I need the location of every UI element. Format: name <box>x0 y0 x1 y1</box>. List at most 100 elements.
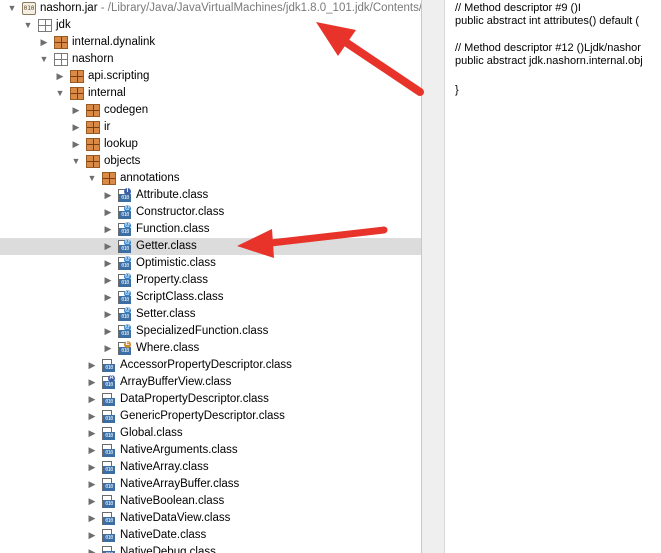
chevron-right-icon[interactable]: ▶ <box>102 306 114 323</box>
class-file-icon: 010 <box>102 512 117 526</box>
tree-item-label: internal <box>88 87 126 99</box>
chevron-right-icon[interactable]: ▶ <box>86 374 98 391</box>
class-file-editor[interactable]: // Method descriptor #9 ()I public abstr… <box>445 0 661 553</box>
code-line: // Method descriptor #12 ()Ljdk/nashor <box>455 42 641 54</box>
tree-row-lookup[interactable]: ▶ lookup <box>0 136 421 153</box>
tree-row-getter-class[interactable]: ▶ 010 @ Getter.class <box>0 238 421 255</box>
tree-row-nativearraybuffer-class[interactable]: ▶ 010 NativeArrayBuffer.class <box>0 476 421 493</box>
code-line: } <box>455 84 459 96</box>
tree-row-genericpropertydescriptor-class[interactable]: ▶ 010 GenericPropertyDescriptor.class <box>0 408 421 425</box>
tree-row-arraybufferview-class[interactable]: ▶ 010 A ArrayBufferView.class <box>0 374 421 391</box>
chevron-right-icon[interactable]: ▶ <box>86 527 98 544</box>
chevron-right-icon[interactable]: ▶ <box>86 408 98 425</box>
annotation-class-icon: 010 @ <box>118 290 133 305</box>
tree-row-nashorn-jar[interactable]: ▼ 010 nashorn.jar - /Library/Java/JavaVi… <box>0 0 421 17</box>
chevron-right-icon[interactable]: ▶ <box>102 187 114 204</box>
tree-row-scriptclass-class[interactable]: ▶ 010 @ ScriptClass.class <box>0 289 421 306</box>
tree-item-label: api.scripting <box>88 70 150 82</box>
chevron-right-icon[interactable]: ▶ <box>86 442 98 459</box>
chevron-down-icon[interactable]: ▼ <box>6 0 18 17</box>
chevron-down-icon[interactable]: ▼ <box>54 85 66 102</box>
tree-row-internal-dynalink[interactable]: ▶ internal.dynalink <box>0 34 421 51</box>
class-file-icon: 010 I <box>118 188 133 203</box>
package-icon <box>54 36 68 49</box>
chevron-right-icon[interactable]: ▶ <box>54 68 66 85</box>
tree-row-jdk[interactable]: ▼ jdk <box>0 17 421 34</box>
class-file-icon: 010 <box>102 444 117 458</box>
editor-gutter <box>422 0 444 553</box>
tree-row-datapropertydescriptor-class[interactable]: ▶ 010 DataPropertyDescriptor.class <box>0 391 421 408</box>
tree-row-api-scripting[interactable]: ▶ api.scripting <box>0 68 421 85</box>
tree-row-constructor-class[interactable]: ▶ 010 @ Constructor.class <box>0 204 421 221</box>
class-file-icon: 010 <box>102 546 117 553</box>
package-explorer-tree: ▼ 010 nashorn.jar - /Library/Java/JavaVi… <box>0 0 421 553</box>
tree-row-nashorn[interactable]: ▼ nashorn <box>0 51 421 68</box>
tree-row-nativearray-class[interactable]: ▶ 010 NativeArray.class <box>0 459 421 476</box>
tree-row-attribute-class[interactable]: ▶ 010 I Attribute.class <box>0 187 421 204</box>
chevron-right-icon[interactable]: ▶ <box>102 238 114 255</box>
chevron-down-icon[interactable]: ▼ <box>70 153 82 170</box>
tree-item-label: Getter.class <box>136 240 197 252</box>
tree-item-label: annotations <box>120 172 180 184</box>
chevron-down-icon[interactable]: ▼ <box>22 17 34 34</box>
code-line: public abstract jdk.nashorn.internal.obj <box>455 55 643 67</box>
tree-row-annotations[interactable]: ▼ annotations <box>0 170 421 187</box>
chevron-right-icon[interactable]: ▶ <box>102 221 114 238</box>
chevron-right-icon[interactable]: ▶ <box>38 34 50 51</box>
chevron-right-icon[interactable]: ▶ <box>86 476 98 493</box>
tree-row-global-class[interactable]: ▶ 010 Global.class <box>0 425 421 442</box>
tree-item-label: Where.class <box>136 342 200 354</box>
package-icon <box>86 104 100 117</box>
tree-item-label: ScriptClass.class <box>136 291 224 303</box>
chevron-right-icon[interactable]: ▶ <box>86 425 98 442</box>
tree-row-codegen[interactable]: ▶ codegen <box>0 102 421 119</box>
chevron-right-icon[interactable]: ▶ <box>70 136 82 153</box>
chevron-right-icon[interactable]: ▶ <box>102 323 114 340</box>
tree-item-label: codegen <box>104 104 149 116</box>
tree-item-label: jdk <box>56 19 71 31</box>
empty-package-icon <box>54 53 68 66</box>
tree-item-label: NativeArrayBuffer.class <box>120 478 240 490</box>
tree-row-nativeboolean-class[interactable]: ▶ 010 NativeBoolean.class <box>0 493 421 510</box>
chevron-right-icon[interactable]: ▶ <box>102 272 114 289</box>
tree-row-nativedate-class[interactable]: ▶ 010 NativeDate.class <box>0 527 421 544</box>
chevron-right-icon[interactable]: ▶ <box>86 493 98 510</box>
tree-row-setter-class[interactable]: ▶ 010 @ Setter.class <box>0 306 421 323</box>
class-file-icon: 010 <box>102 495 117 509</box>
chevron-down-icon[interactable]: ▼ <box>38 51 50 68</box>
tree-item-label: Property.class <box>136 274 209 286</box>
chevron-right-icon[interactable]: ▶ <box>86 544 98 553</box>
chevron-right-icon[interactable]: ▶ <box>102 289 114 306</box>
tree-item-label: NativeBoolean.class <box>120 495 225 507</box>
chevron-right-icon[interactable]: ▶ <box>102 340 114 357</box>
tree-row-internal[interactable]: ▼ internal <box>0 85 421 102</box>
tree-row-ir[interactable]: ▶ ir <box>0 119 421 136</box>
chevron-right-icon[interactable]: ▶ <box>86 357 98 374</box>
package-icon <box>86 155 100 168</box>
package-icon <box>86 121 100 134</box>
jar-icon: 010 <box>22 2 36 15</box>
tree-row-nativearguments-class[interactable]: ▶ 010 NativeArguments.class <box>0 442 421 459</box>
tree-row-specializedfunction-class[interactable]: ▶ 010 @ SpecializedFunction.class <box>0 323 421 340</box>
tree-row-accessorpropertydescriptor-class[interactable]: ▶ 010 AccessorPropertyDescriptor.class <box>0 357 421 374</box>
chevron-right-icon[interactable]: ▶ <box>86 391 98 408</box>
chevron-right-icon[interactable]: ▶ <box>86 459 98 476</box>
tree-item-label: Function.class <box>136 223 210 235</box>
tree-row-nativedebug-class[interactable]: ▶ 010 NativeDebug.class <box>0 544 421 553</box>
enum-class-icon: 010 E <box>118 341 133 356</box>
tree-row-optimistic-class[interactable]: ▶ 010 @ Optimistic.class <box>0 255 421 272</box>
tree-row-nativedataview-class[interactable]: ▶ 010 NativeDataView.class <box>0 510 421 527</box>
chevron-right-icon[interactable]: ▶ <box>70 119 82 136</box>
chevron-right-icon[interactable]: ▶ <box>102 255 114 272</box>
class-file-icon: 010 <box>102 393 117 407</box>
tree-item-label: Setter.class <box>136 308 196 320</box>
tree-row-where-class[interactable]: ▶ 010 E Where.class <box>0 340 421 357</box>
tree-row-objects[interactable]: ▼ objects <box>0 153 421 170</box>
chevron-right-icon[interactable]: ▶ <box>86 510 98 527</box>
tree-row-property-class[interactable]: ▶ 010 @ Property.class <box>0 272 421 289</box>
tree-item-label: objects <box>104 155 141 167</box>
chevron-right-icon[interactable]: ▶ <box>102 204 114 221</box>
chevron-right-icon[interactable]: ▶ <box>70 102 82 119</box>
chevron-down-icon[interactable]: ▼ <box>86 170 98 187</box>
tree-row-function-class[interactable]: ▶ 010 @ Function.class <box>0 221 421 238</box>
